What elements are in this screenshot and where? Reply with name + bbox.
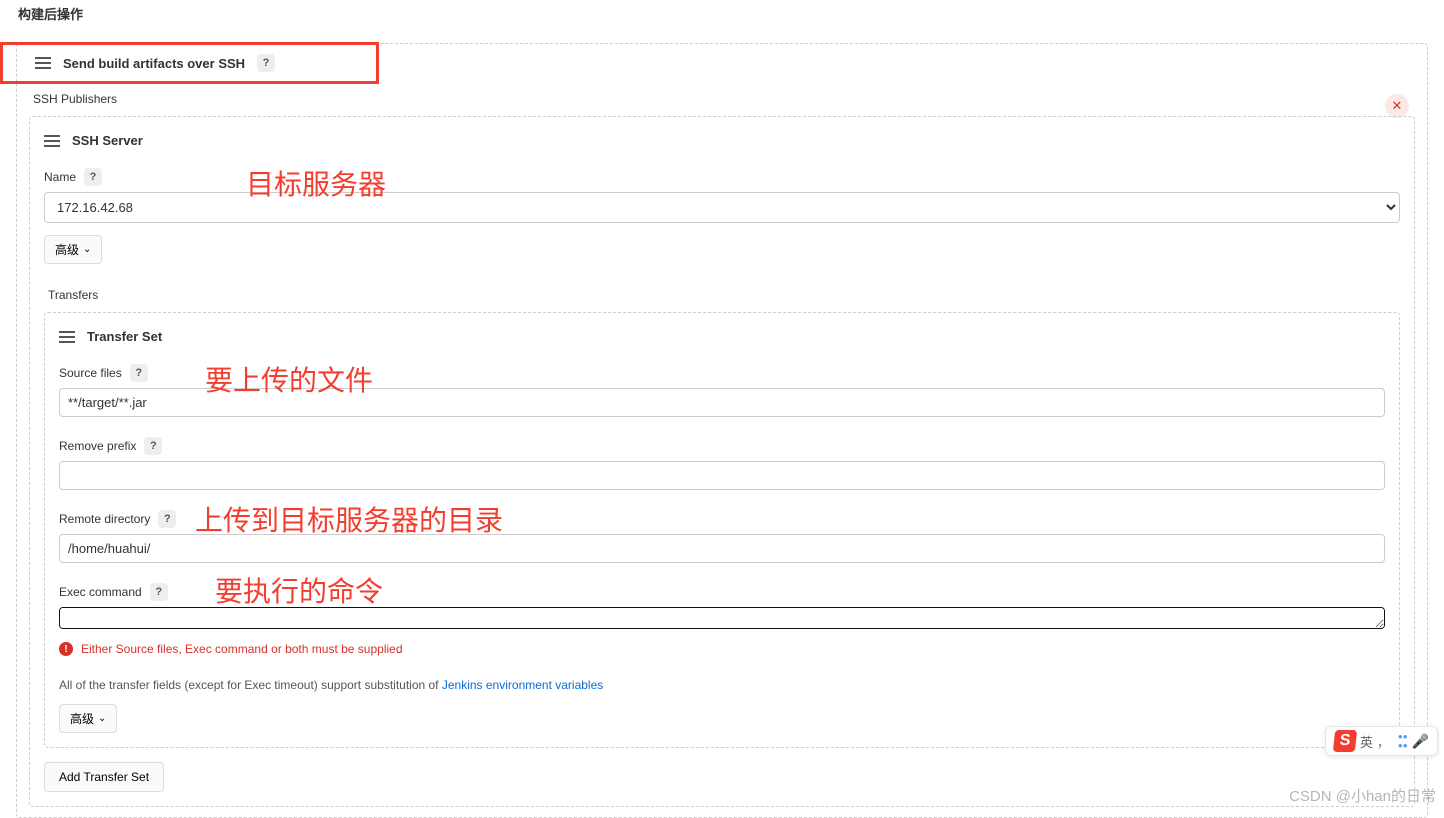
ssh-server-header: SSH Server [44,127,1400,160]
chevron-down-icon: ⌄ [98,713,106,724]
section-header: Send build artifacts over SSH ? [29,44,1415,82]
ime-language[interactable]: 英 [1360,732,1373,751]
remote-dir-label: Remote directory [59,512,150,526]
remove-prefix-label: Remove prefix [59,439,136,453]
ime-logo-icon[interactable]: S [1333,730,1357,752]
chevron-down-icon: ⌄ [83,244,91,255]
advanced-button[interactable]: 高级 ⌄ [59,704,117,733]
add-transfer-set-button[interactable]: Add Transfer Set [44,762,164,792]
ssh-server-block: SSH Server Name ? 172.16.42.68 目标服务器 高级 … [29,116,1415,807]
source-files-label-row: Source files ? [59,364,1385,382]
ssh-publishers-label: SSH Publishers [33,92,1411,106]
advanced-button[interactable]: 高级 ⌄ [44,235,102,264]
exec-cmd-label-row: Exec command ? [59,583,1385,601]
error-icon: ! [59,642,73,656]
remote-dir-input[interactable] [59,534,1385,563]
transfers-label: Transfers [48,288,1396,302]
exec-cmd-input[interactable] [59,607,1385,629]
page-title: 构建后操作 [18,4,1428,23]
remove-prefix-label-row: Remove prefix ? [59,437,1385,455]
remove-prefix-input[interactable] [59,461,1385,490]
error-row: ! Either Source files, Exec command or b… [59,642,1385,656]
ssh-server-title: SSH Server [72,133,143,148]
help-text-prefix: All of the transfer fields (except for E… [59,678,442,692]
drag-handle-icon[interactable] [59,331,75,343]
env-vars-link[interactable]: Jenkins environment variables [442,678,603,692]
help-icon[interactable]: ? [84,168,102,186]
advanced-label: 高级 [55,241,79,258]
error-message: Either Source files, Exec command or bot… [81,642,403,656]
source-files-input[interactable] [59,388,1385,417]
section-title: Send build artifacts over SSH [63,56,245,71]
transfer-set-title: Transfer Set [87,329,162,344]
microphone-icon[interactable]: 🎤 [1412,733,1429,750]
drag-handle-icon[interactable] [44,135,60,147]
remote-dir-label-row: Remote directory ? [59,510,1385,528]
transfer-set-header: Transfer Set [59,323,1385,356]
post-build-section: Send build artifacts over SSH ? ✕ SSH Pu… [16,43,1428,818]
name-label: Name [44,170,76,184]
advanced-label: 高级 [70,710,94,727]
exec-cmd-label: Exec command [59,585,142,599]
drag-handle-icon[interactable] [35,57,51,69]
ime-comma: ， [1377,732,1390,751]
name-label-row: Name ? [44,168,1400,186]
help-icon[interactable]: ? [150,583,168,601]
help-icon[interactable]: ? [144,437,162,455]
watermark: CSDN @小han的日常 [1289,785,1436,806]
help-icon[interactable]: ? [257,54,275,72]
close-icon[interactable]: ✕ [1385,94,1409,118]
help-icon[interactable]: ? [130,364,148,382]
transfer-set-block: Transfer Set Source files ? 要上传的文件 Remov… [44,312,1400,748]
ime-toolbar: S 英 ， ●●●● 🎤 [1325,726,1438,756]
source-files-label: Source files [59,366,122,380]
help-icon[interactable]: ? [158,510,176,528]
server-name-select[interactable]: 172.16.42.68 [44,192,1400,223]
help-text: All of the transfer fields (except for E… [59,678,1385,692]
ime-dots-icon[interactable]: ●●●● [1398,732,1408,750]
